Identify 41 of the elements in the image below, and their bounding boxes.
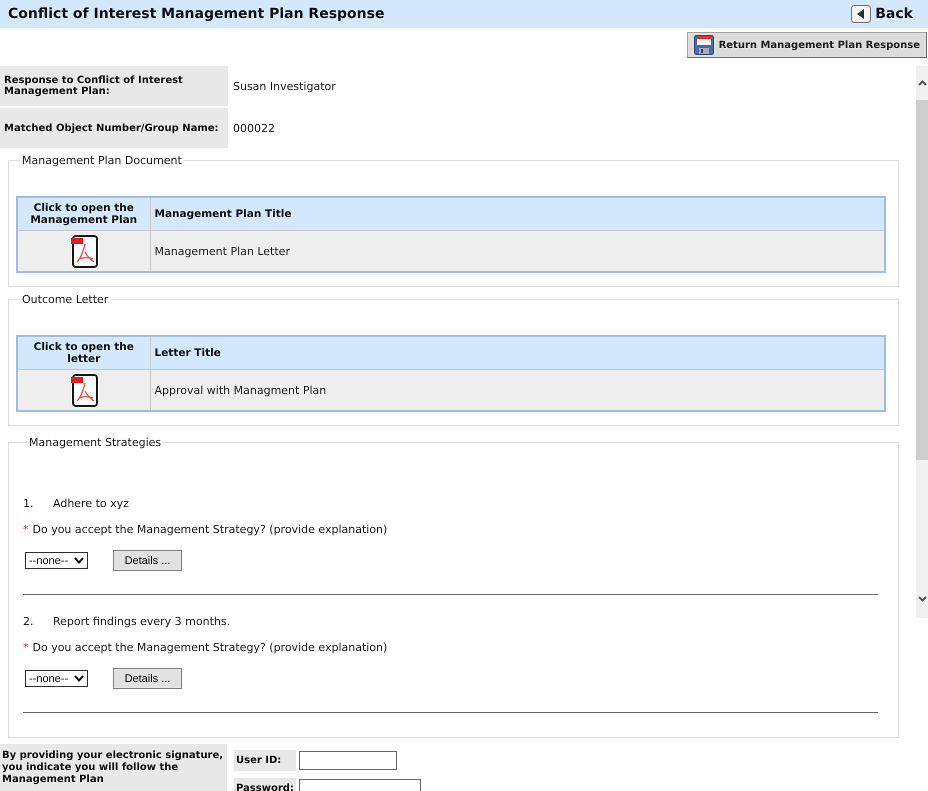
strategy-question: Do you accept the Management Strategy? (provide explanation): [32, 523, 388, 536]
back-button[interactable]: Back: [851, 5, 913, 23]
section-legend: Management Plan Document: [20, 154, 184, 167]
credential-label: Password:: [234, 778, 296, 791]
field-value: Susan Investigator: [233, 80, 336, 92]
signature-statement: By providing your electronic signature, you indicate you will follow the Management Plan: [0, 744, 227, 791]
pdf-icon[interactable]: [70, 234, 98, 268]
strategy-text: Adhere to xyz: [53, 497, 129, 510]
chevron-down-icon: [74, 675, 84, 682]
scroll-up-icon[interactable]: [918, 80, 926, 86]
column-header: Letter Title: [150, 336, 885, 370]
chevron-down-icon: [74, 557, 84, 564]
field-value: 000022: [233, 122, 275, 134]
field-label: Matched Object Number/Group Name:: [0, 108, 228, 148]
required-asterisk: *: [23, 523, 28, 536]
return-response-button[interactable]: Return Management Plan Response: [686, 32, 927, 58]
acceptance-dropdown[interactable]: --none--: [25, 552, 88, 569]
page-title: Conflict of Interest Management Plan Response: [8, 6, 384, 22]
scrollbar-thumb[interactable]: [916, 100, 928, 460]
credential-field[interactable]: [299, 751, 397, 770]
column-header: Click to open the letter: [17, 336, 150, 370]
column-header: Click to open the Management Plan: [17, 197, 150, 230]
details-button[interactable]: Details ...: [113, 668, 182, 689]
table-cell: Approval with Managment Plan: [150, 370, 885, 411]
section-legend: Outcome Letter: [20, 293, 110, 306]
strategy-number: 2.: [23, 615, 34, 628]
acceptance-dropdown[interactable]: --none--: [25, 670, 88, 687]
table-cell: Management Plan Letter: [150, 230, 885, 272]
scrollbar[interactable]: [916, 66, 928, 618]
pdf-icon[interactable]: [70, 373, 98, 407]
strategy-question: Do you accept the Management Strategy? (provide explanation): [32, 641, 388, 654]
credential-label: User ID:: [234, 750, 296, 771]
section-legend: Management Strategies: [27, 436, 164, 449]
field-label: Response to Conflict of Interest Management Plan:: [0, 66, 228, 106]
column-header: Management Plan Title: [150, 197, 885, 230]
scroll-down-icon[interactable]: [918, 596, 926, 602]
details-button[interactable]: Details ...: [113, 550, 182, 571]
back-icon: [851, 5, 872, 23]
required-asterisk: *: [23, 641, 28, 654]
strategy-number: 1.: [23, 497, 34, 510]
strategy-text: Report findings every 3 months.: [53, 615, 230, 628]
